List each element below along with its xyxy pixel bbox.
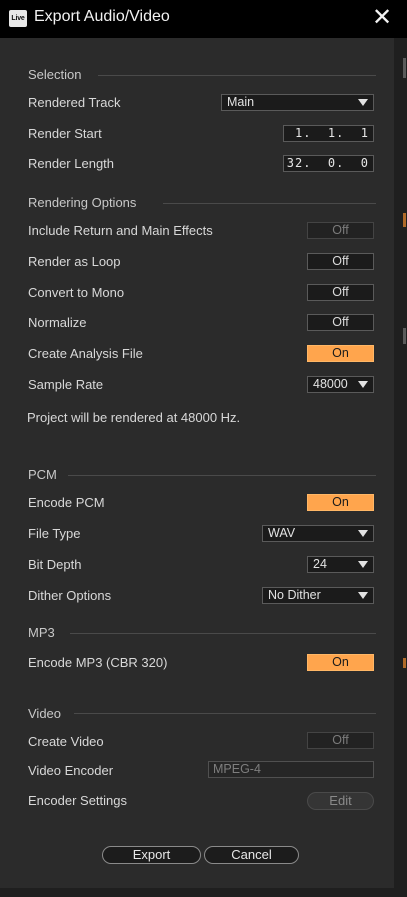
encode-pcm-label: Encode PCM bbox=[28, 495, 105, 510]
bit-depth-label: Bit Depth bbox=[28, 557, 82, 572]
title-bar: Live Export Audio/Video ✕ bbox=[0, 0, 407, 38]
chevron-down-icon bbox=[358, 99, 368, 106]
section-divider bbox=[70, 633, 376, 634]
encode-pcm-toggle[interactable]: On bbox=[307, 494, 374, 511]
normalize-label: Normalize bbox=[28, 315, 87, 330]
encoder-settings-edit-button[interactable]: Edit bbox=[307, 792, 374, 810]
rendered-track-value: Main bbox=[227, 95, 255, 109]
render-rate-note: Project will be rendered at 48000 Hz. bbox=[27, 410, 241, 425]
sample-rate-value: 48000 bbox=[313, 377, 348, 391]
render-length-label: Render Length bbox=[28, 156, 115, 171]
normalize-toggle[interactable]: Off bbox=[307, 314, 374, 331]
file-type-label: File Type bbox=[28, 526, 81, 541]
encoder-settings-label: Encoder Settings bbox=[28, 793, 128, 808]
section-title-video: Video bbox=[28, 706, 62, 721]
live-app-icon: Live bbox=[9, 10, 27, 27]
rendered-track-dropdown[interactable]: Main bbox=[221, 94, 374, 111]
sample-rate-dropdown[interactable]: 48000 bbox=[307, 376, 374, 393]
section-divider bbox=[68, 475, 376, 476]
section-divider bbox=[74, 713, 376, 714]
convert-mono-label: Convert to Mono bbox=[28, 285, 125, 300]
create-video-label: Create Video bbox=[28, 734, 104, 749]
section-title-pcm: PCM bbox=[28, 467, 57, 482]
section-title-mp3: MP3 bbox=[28, 625, 55, 640]
chevron-down-icon bbox=[358, 561, 368, 568]
window-title: Export Audio/Video bbox=[34, 8, 170, 25]
video-encoder-field[interactable]: MPEG-4 bbox=[208, 761, 374, 778]
sample-rate-label: Sample Rate bbox=[28, 377, 104, 392]
analysis-file-label: Create Analysis File bbox=[28, 346, 143, 361]
chevron-down-icon bbox=[358, 381, 368, 388]
analysis-file-toggle[interactable]: On bbox=[307, 345, 374, 362]
rendered-track-label: Rendered Track bbox=[28, 95, 121, 110]
chevron-down-icon bbox=[358, 530, 368, 537]
include-return-toggle[interactable]: Off bbox=[307, 222, 374, 239]
create-video-toggle[interactable]: Off bbox=[307, 732, 374, 749]
convert-mono-toggle[interactable]: Off bbox=[307, 284, 374, 301]
dither-options-dropdown[interactable]: No Dither bbox=[262, 587, 374, 604]
section-divider bbox=[98, 75, 376, 76]
background-window-strip bbox=[394, 38, 407, 897]
encode-mp3-label: Encode MP3 (CBR 320) bbox=[28, 655, 168, 670]
dither-options-label: Dither Options bbox=[28, 588, 112, 603]
section-title-selection: Selection bbox=[28, 67, 82, 82]
close-icon[interactable]: ✕ bbox=[369, 4, 395, 32]
file-type-value: WAV bbox=[268, 526, 296, 540]
bit-depth-dropdown[interactable]: 24 bbox=[307, 556, 374, 573]
file-type-dropdown[interactable]: WAV bbox=[262, 525, 374, 542]
render-length-field[interactable]: 32. 0. 0 bbox=[283, 155, 374, 172]
render-loop-toggle[interactable]: Off bbox=[307, 253, 374, 270]
include-return-label: Include Return and Main Effects bbox=[28, 223, 213, 238]
chevron-down-icon bbox=[358, 592, 368, 599]
export-button[interactable]: Export bbox=[102, 846, 201, 864]
video-encoder-label: Video Encoder bbox=[28, 763, 114, 778]
section-title-rendering-options: Rendering Options bbox=[28, 195, 137, 210]
encode-mp3-toggle[interactable]: On bbox=[307, 654, 374, 671]
dither-options-value: No Dither bbox=[268, 588, 321, 602]
cancel-button[interactable]: Cancel bbox=[204, 846, 299, 864]
section-divider bbox=[163, 203, 376, 204]
background-window-bottom bbox=[0, 888, 407, 897]
render-start-field[interactable]: 1. 1. 1 bbox=[283, 125, 374, 142]
bit-depth-value: 24 bbox=[313, 557, 327, 571]
render-start-label: Render Start bbox=[28, 126, 102, 141]
render-loop-label: Render as Loop bbox=[28, 254, 121, 269]
